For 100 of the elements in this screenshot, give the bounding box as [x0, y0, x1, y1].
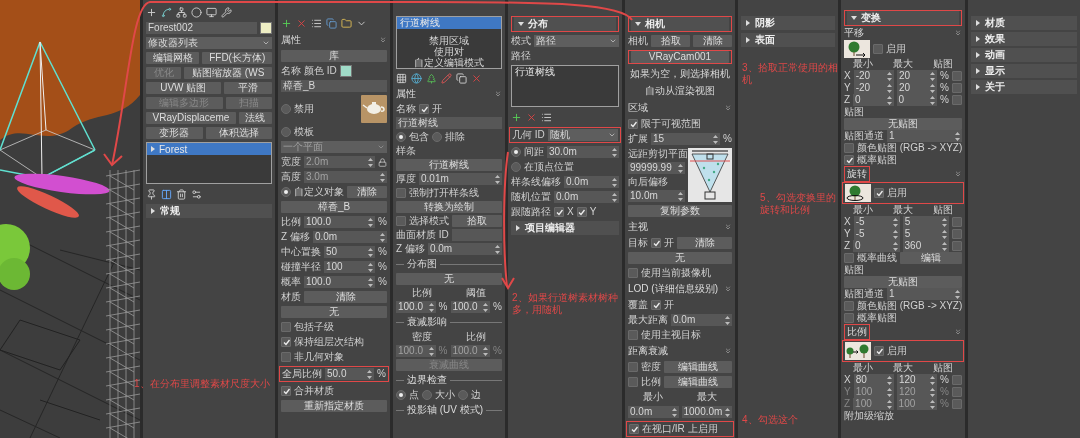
panel-button[interactable]: 贴图缩放器 (WS	[184, 67, 272, 79]
settings-icon[interactable]	[191, 188, 202, 200]
spinner-arrows-icon[interactable]	[428, 302, 434, 312]
checkbox[interactable]	[952, 95, 962, 105]
spinner-arrows-icon[interactable]	[930, 71, 936, 81]
checkbox[interactable]	[952, 241, 962, 251]
panel-button[interactable]: 拾取	[452, 215, 502, 227]
spinner-field[interactable]: 5	[902, 228, 949, 240]
dropdown[interactable]: 路径	[534, 35, 619, 47]
list-icon[interactable]	[311, 17, 322, 29]
panel-button[interactable]: 清除	[347, 186, 387, 198]
checkbox[interactable]	[281, 386, 291, 396]
spinner-field[interactable]: 0	[853, 240, 900, 252]
color-swatch[interactable]	[339, 65, 352, 77]
checkbox[interactable]	[952, 217, 962, 227]
spinner-field[interactable]: -20	[853, 70, 894, 82]
checkbox[interactable]	[628, 268, 638, 278]
spinner-arrows-icon[interactable]	[886, 375, 892, 385]
spinner-arrows-icon[interactable]	[612, 147, 617, 157]
spinner-field[interactable]: 20	[896, 82, 938, 94]
spinner-field[interactable]: 50.0	[325, 368, 375, 380]
spinner-field[interactable]: -5	[853, 228, 900, 240]
spinner-arrows-icon[interactable]	[495, 244, 500, 254]
checkbox[interactable]	[873, 44, 883, 54]
spinner-arrows-icon[interactable]	[483, 302, 489, 312]
spinner-arrows-icon[interactable]	[930, 375, 936, 385]
checkbox[interactable]	[629, 424, 639, 434]
copy-icon[interactable]	[456, 72, 467, 84]
panel-button[interactable]: 编辑网格	[146, 52, 200, 64]
spinner-arrows-icon[interactable]	[380, 232, 385, 242]
panel-button[interactable]: 无	[628, 252, 732, 264]
collapse-icon[interactable]	[724, 347, 732, 355]
checkbox[interactable]	[419, 104, 429, 114]
rollout-header[interactable]: 相机	[631, 17, 729, 31]
checkbox[interactable]	[651, 238, 661, 248]
collapse-icon[interactable]	[724, 223, 732, 231]
spinner-field[interactable]: 1000.0m	[681, 406, 732, 418]
delete-icon[interactable]	[471, 72, 482, 84]
spinner-arrows-icon[interactable]	[678, 191, 683, 201]
panel-button[interactable]: 无	[396, 273, 502, 285]
spinner-field[interactable]: 1	[887, 130, 962, 142]
panel-button[interactable]: 行道树线	[396, 159, 502, 171]
collapse-icon[interactable]	[379, 36, 387, 44]
add-icon[interactable]	[281, 17, 292, 29]
panel-button[interactable]: 体积选择	[205, 127, 272, 139]
spinner-arrows-icon[interactable]	[955, 131, 960, 141]
radio-button[interactable]	[458, 390, 468, 400]
spinner-arrows-icon[interactable]	[368, 262, 374, 272]
checkbox[interactable]	[651, 300, 661, 310]
spinner-arrows-icon[interactable]	[725, 315, 730, 325]
pin-icon[interactable]	[146, 188, 157, 200]
list-item[interactable]: Forest	[147, 143, 271, 155]
checkbox[interactable]	[874, 188, 884, 198]
panel-button[interactable]: 无贴图	[844, 276, 962, 288]
rollout-header[interactable]: 关于	[971, 80, 1077, 94]
collapse-icon[interactable]	[724, 285, 732, 293]
spinner-field[interactable]: -5	[853, 216, 900, 228]
spinner-arrows-icon[interactable]	[930, 95, 936, 105]
spinner-field[interactable]: 0	[853, 94, 894, 106]
circle-icon[interactable]	[191, 6, 202, 18]
rollout-header[interactable]: 项目编辑器	[511, 221, 619, 235]
spinner-field[interactable]: 0.0m	[628, 406, 679, 418]
panel-button[interactable]: VRayDisplaceme	[146, 112, 236, 124]
spinner-arrows-icon[interactable]	[886, 83, 892, 93]
checkbox[interactable]	[628, 377, 638, 387]
curve-icon[interactable]	[161, 6, 172, 18]
checkbox[interactable]	[844, 313, 854, 323]
spinner-field[interactable]: 0.0m	[312, 231, 387, 243]
spinner-arrows-icon[interactable]	[892, 241, 898, 251]
dropdown[interactable]: 随机	[547, 129, 618, 141]
spinner-field[interactable]: 20	[896, 70, 938, 82]
lock-icon[interactable]	[378, 157, 387, 167]
radio-button[interactable]	[396, 132, 406, 142]
panel-button[interactable]: FFD(长方体)	[202, 52, 272, 64]
spinner-field[interactable]: 15	[651, 133, 721, 145]
spinner-field[interactable]: 100.0	[450, 301, 491, 313]
spinner-arrows-icon[interactable]	[942, 241, 947, 251]
radio-button[interactable]	[432, 132, 442, 142]
spinner-arrows-icon[interactable]	[892, 229, 898, 239]
panel-button[interactable]: 平滑	[223, 82, 272, 94]
folder-icon[interactable]	[341, 17, 352, 29]
spinner-arrows-icon[interactable]	[495, 174, 500, 184]
spinner-arrows-icon[interactable]	[892, 217, 898, 227]
panel-button[interactable]: 转换为绘制	[396, 201, 502, 213]
spinner-arrows-icon[interactable]	[367, 369, 373, 379]
checkbox[interactable]	[952, 387, 962, 397]
panel-button[interactable]: 清除	[693, 35, 732, 47]
spinner-field[interactable]: 100	[324, 261, 376, 273]
checkbox[interactable]	[952, 375, 962, 385]
spinner-field[interactable]: 0	[896, 94, 938, 106]
panel-button[interactable]: 编辑	[900, 252, 962, 264]
checkbox[interactable]	[554, 207, 564, 217]
spinner-arrows-icon[interactable]	[930, 83, 936, 93]
color-swatch[interactable]	[260, 22, 272, 34]
spinner-arrows-icon[interactable]	[612, 177, 617, 187]
spinner-field[interactable]: 360	[902, 240, 949, 252]
add-icon[interactable]	[511, 111, 522, 123]
pencil-icon[interactable]	[441, 72, 452, 84]
panel-button[interactable]: 复制参数	[628, 205, 732, 217]
checkbox[interactable]	[628, 330, 638, 340]
